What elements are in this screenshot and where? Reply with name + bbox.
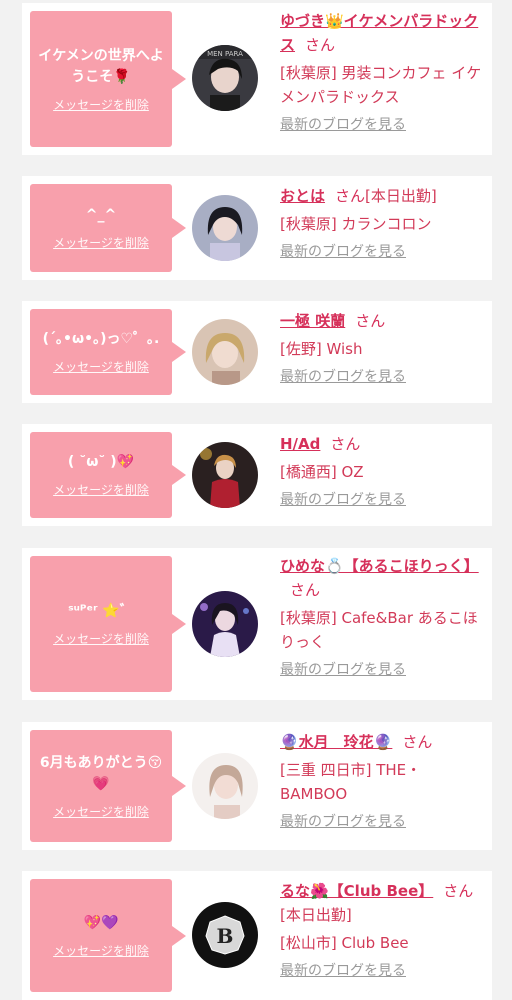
avatar[interactable] [192,753,258,819]
avatar[interactable]: B [192,902,258,968]
message-text: ( ˘ω˘ )💖 [67,454,135,470]
avatar-photo-red-jacket [192,442,258,508]
message-card: 💖💜 メッセージを削除 B るな🌺【Club Bee】 さん [本日出勤] [松山市… [22,871,492,1000]
avatar[interactable] [192,591,258,657]
avatar-photo-light-hair-woman [192,753,258,819]
message-card: (´｡•ω•｡)っ♡゜｡. メッセージを削除 一極 咲蘭 さん [佐野] Wish… [22,301,492,403]
message-bubble: ˢᵘᴾᵉʳ ⭐゛ メッセージを削除 [30,556,186,692]
latest-blog-link[interactable]: 最新のブログを見る [280,113,406,137]
avatar[interactable] [192,319,258,385]
shop-label: [三重 四日市] THE・BAMBOO [280,761,422,803]
cast-info: ひめな💍【あるこほりっく】さん [秋葉原] Cafe&Bar あるこほりっく 最… [280,554,486,682]
latest-blog-link[interactable]: 最新のブログを見る [280,658,406,682]
honorific: さん [335,187,366,205]
shop-label: [秋葉原] 男装コンカフェ イケメンパラドックス [280,64,482,106]
message-bubble: (´｡•ω•｡)っ♡゜｡. メッセージを削除 [30,309,186,395]
honorific: さん [290,581,321,599]
honorific: さん [305,36,336,54]
cast-info: 🔮水月 玲花🔮 さん [三重 四日市] THE・BAMBOO 最新のブログを見る [280,730,486,834]
avatar-photo-purple-stage [192,591,258,657]
shop-label: [松山市] Club Bee [280,934,409,952]
message-card: ˢᵘᴾᵉʳ ⭐゛ メッセージを削除 ひめな💍【あるこほりっく】さん [秋葉原] … [22,548,492,700]
cast-name-link[interactable]: おとは [280,187,325,205]
logo-letter: B [217,924,234,948]
cast-name-link[interactable]: H/Ad [280,435,320,453]
message-bubble: 💖💜 メッセージを削除 [30,879,186,992]
message-bubble: 6月もありがとう😚💗 メッセージを削除 [30,730,186,842]
shop-label: [橋通西] OZ [280,463,364,481]
message-card: ^_^ メッセージを削除 おとは さん[本日出勤] [秋葉原] カランコロン 最新… [22,176,492,280]
delete-message-link[interactable]: メッセージを削除 [53,96,149,113]
message-text: 💖💜 [83,914,119,931]
latest-blog-link[interactable]: 最新のブログを見る [280,365,406,389]
latest-blog-link[interactable]: 最新のブログを見る [280,810,406,834]
avatar[interactable] [192,442,258,508]
shop-label: [秋葉原] Cafe&Bar あるこほりっく [280,609,478,651]
cast-info: H/Ad さん [橋通西] OZ 最新のブログを見る [280,432,486,512]
honorific: さん [443,882,474,900]
latest-blog-link[interactable]: 最新のブログを見る [280,959,406,983]
delete-message-link[interactable]: メッセージを削除 [53,358,149,375]
message-bubble: ^_^ メッセージを削除 [30,184,186,272]
cast-info: るな🌺【Club Bee】 さん [本日出勤] [松山市] Club Bee 最新の… [280,879,486,983]
avatar-logo-executive-club-B: B [192,902,258,968]
shop-label: [秋葉原] カランコロン [280,215,432,233]
message-text: (´｡•ω•｡)っ♡゜｡. [42,331,160,347]
svg-text:MEN PARA: MEN PARA [207,50,243,58]
delete-message-link[interactable]: メッセージを削除 [53,481,149,498]
message-text: 6月もありがとう😚💗 [39,754,163,792]
message-card: イケメンの世界へようこそ🌹 メッセージを削除 MEN PARA ゆづき👑イケメン… [22,3,492,155]
honorific: さん [330,435,361,453]
avatar[interactable] [192,195,258,261]
cast-name-link[interactable]: 一極 咲蘭 [280,312,345,330]
avatar-photo-girl-black-hair [192,195,258,261]
delete-message-link[interactable]: メッセージを削除 [53,234,149,251]
message-text: ˢᵘᴾᵉʳ ⭐゛ [68,603,134,619]
status-badge: [本日出勤] [365,187,437,205]
cast-info: おとは さん[本日出勤] [秋葉原] カランコロン 最新のブログを見る [280,184,486,264]
cast-name-link[interactable]: ひめな💍【あるこほりっく】 [280,557,479,575]
cast-name-link[interactable]: るな🌺【Club Bee】 [280,882,433,900]
honorific: さん [355,312,386,330]
latest-blog-link[interactable]: 最新のブログを見る [280,240,406,264]
message-bubble: イケメンの世界へようこそ🌹 メッセージを削除 [30,11,186,147]
delete-message-link[interactable]: メッセージを削除 [53,630,149,647]
avatar-photo-man-black-hair: MEN PARA [192,45,258,111]
message-text: イケメンの世界へようこそ🌹 [38,47,164,85]
message-bubble: ( ˘ω˘ )💖 メッセージを削除 [30,432,186,518]
status-badge: [本日出勤] [280,906,352,924]
latest-blog-link[interactable]: 最新のブログを見る [280,488,406,512]
delete-message-link[interactable]: メッセージを削除 [53,803,149,820]
cast-name-link[interactable]: 🔮水月 玲花🔮 [280,733,392,751]
message-card: ( ˘ω˘ )💖 メッセージを削除 H/Ad さん [橋通西] OZ 最新のブログ… [22,424,492,526]
message-card: 6月もありがとう😚💗 メッセージを削除 🔮水月 玲花🔮 さん [三重 四日市] T… [22,722,492,850]
avatar-photo-blonde-woman [192,319,258,385]
honorific: さん [402,733,433,751]
cast-info: 一極 咲蘭 さん [佐野] Wish 最新のブログを見る [280,309,486,389]
avatar[interactable]: MEN PARA [192,45,258,111]
shop-label: [佐野] Wish [280,340,363,358]
delete-message-link[interactable]: メッセージを削除 [53,942,149,959]
cast-info: ゆづき👑イケメンパラドックス さん [秋葉原] 男装コンカフェ イケメンパラドック… [280,9,486,137]
message-text: ^_^ [85,207,117,223]
